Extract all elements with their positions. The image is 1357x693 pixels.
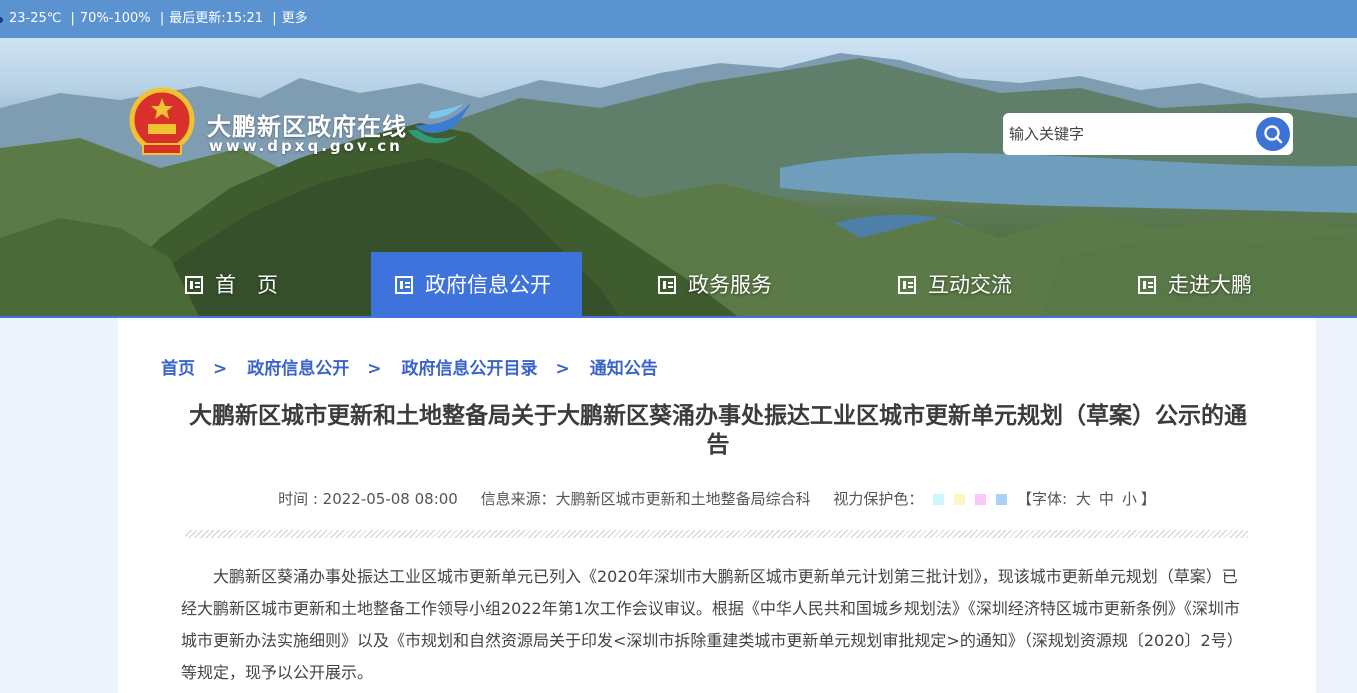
nav-item-label: 互动交流 [928,273,1012,297]
eye-care-swatch-blue[interactable] [996,494,1008,505]
breadcrumb: 首页 > 政府信息公开 > 政府信息公开目录 > 通知公告 [161,354,658,379]
nav-item-government-services[interactable]: 政务服务 [658,252,772,318]
dapeng-logo-icon [408,102,471,144]
humidity-text: 70%-100% [79,11,151,26]
document-icon [898,276,916,294]
separator: | [70,11,75,26]
article-container: 首页 > 政府信息公开 > 政府信息公开目录 > 通知公告 大鹏新区城市更新和土地整备局关于… [118,318,1316,693]
search-input[interactable] [1007,119,1251,149]
info-source: 信息来源：大鹏新区城市更新和土地整备局综合科 [480,490,811,508]
document-icon [1138,276,1156,294]
nav-item-label: 政府信息公开 [425,273,551,297]
last-updated-text: 最后更新:15:21 [169,11,264,26]
bullet-icon [0,17,3,23]
hatched-divider [185,530,1248,538]
eye-care-label: 视力保护色： [833,490,924,508]
nav-item-label: 首 页 [215,273,278,297]
document-icon [185,276,203,294]
eye-care-swatch-pink[interactable] [975,494,987,505]
search-box [1003,113,1293,155]
nav-item-interaction[interactable]: 互动交流 [898,252,1012,318]
national-emblem-icon [129,87,195,155]
breadcrumb-separator: > [555,359,570,379]
font-size-large[interactable]: 大 [1076,490,1091,508]
article-title: 大鹏新区城市更新和土地整备局关于大鹏新区葵涌办事处振达工业区城市更新单元规划（草… [189,403,1247,458]
font-size-close: 】 [1140,490,1156,508]
breadcrumb-separator: > [213,359,228,379]
article-body: 大鹏新区葵涌办事处振达工业区城市更新单元已列入《2020年深圳市大鹏新区城市更新… [181,567,1243,682]
separator: | [272,11,277,26]
breadcrumb-link-notices[interactable]: 通知公告 [590,359,658,379]
breadcrumb-link-info-catalog[interactable]: 政府信息公开目录 [402,359,538,379]
search-icon [1264,125,1283,144]
nav-item-home[interactable]: 首 页 [185,252,278,318]
nav-item-label: 政务服务 [688,273,772,297]
header-banner: 大鹏新区政府在线 www.dpxq.gov.cn 首 页 政府信息公开 政务服务… [0,38,1357,318]
document-icon [395,276,413,294]
main-nav: 首 页 政府信息公开 政务服务 互动交流 走进大鹏 [0,252,1357,318]
breadcrumb-separator: > [367,359,382,379]
more-link[interactable]: 更多 [282,11,308,26]
font-size-small[interactable]: 小 [1122,490,1137,508]
eye-care-swatch-cyan[interactable] [933,494,945,505]
publish-time: 时间 : 2022-05-08 08:00 [278,490,458,508]
font-size-control: 【字体: 大中小】 [1017,490,1156,508]
site-url: www.dpxq.gov.cn [209,137,403,155]
eye-care-swatch-yellow[interactable] [954,494,966,505]
search-button[interactable] [1256,117,1290,151]
top-info-bar: 23-25℃ | 70%-100% | 最后更新:15:21 | 更多 [0,0,1357,38]
separator: | [159,11,165,26]
breadcrumb-link-home[interactable]: 首页 [161,359,195,379]
weather-text: 23-25℃ [9,11,62,26]
nav-item-label: 走进大鹏 [1168,273,1252,297]
nav-item-about-dapeng[interactable]: 走进大鹏 [1138,252,1252,318]
breadcrumb-link-government-info[interactable]: 政府信息公开 [247,359,349,379]
top-info-text: 23-25℃ | 70%-100% | 最后更新:15:21 | 更多 [9,0,308,38]
font-size-medium[interactable]: 中 [1099,490,1114,508]
document-icon [658,276,676,294]
article-meta: 时间 : 2022-05-08 08:00 信息来源：大鹏新区城市更新和土地整备… [118,488,1316,509]
nav-item-government-info[interactable]: 政府信息公开 [371,252,582,318]
font-size-label: 【字体: [1017,490,1068,508]
